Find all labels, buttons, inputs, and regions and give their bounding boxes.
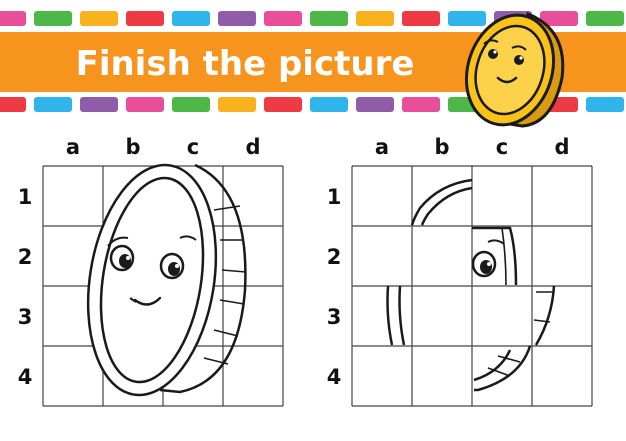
worksheet-canvas: Finish the picture a b c d 1 2 3 4 a b c d 123…: [0, 11, 626, 407]
color-swatch: [34, 97, 72, 112]
color-swatch: [264, 97, 302, 112]
color-swatch: [0, 11, 26, 26]
column-label: a: [66, 135, 80, 159]
color-swatch: [356, 97, 394, 112]
row-label: 3: [18, 305, 33, 329]
color-swatch: [402, 97, 440, 112]
row-label: 4: [327, 365, 342, 389]
row-label: 3: [327, 305, 342, 329]
color-swatch: [218, 11, 256, 26]
row-label: 1: [18, 185, 33, 209]
color-swatch: [356, 11, 394, 26]
color-swatch: [80, 11, 118, 26]
color-swatch: [218, 97, 256, 112]
column-label: c: [496, 135, 508, 159]
column-label: c: [187, 135, 199, 159]
row-label: 4: [18, 365, 33, 389]
color-swatch: [126, 97, 164, 112]
color-swatch: [586, 97, 624, 112]
column-label: b: [125, 135, 140, 159]
row-label: 2: [18, 245, 33, 269]
column-label: d: [554, 135, 569, 159]
color-swatch: [310, 97, 348, 112]
page-title: Finish the picture: [76, 44, 415, 84]
color-swatch: [34, 11, 72, 26]
color-swatch: [402, 11, 440, 26]
color-swatch: [172, 11, 210, 26]
reference-grid: a b c d 1 2 3 4: [18, 135, 284, 407]
coin-drawing: [86, 163, 247, 397]
row-label: 2: [327, 245, 342, 269]
color-swatch: [126, 11, 164, 26]
color-swatch: [0, 97, 26, 112]
color-swatch: [264, 11, 302, 26]
color-swatch: [172, 97, 210, 112]
color-swatch: [80, 97, 118, 112]
color-swatch: [448, 11, 486, 26]
column-label: b: [434, 135, 449, 159]
practice-grid[interactable]: a b c d 1 2 3 4: [327, 135, 593, 407]
column-label: a: [375, 135, 389, 159]
row-label: 1: [327, 185, 342, 209]
color-swatch: [310, 11, 348, 26]
color-swatch: [586, 11, 624, 26]
column-label: d: [245, 135, 260, 159]
